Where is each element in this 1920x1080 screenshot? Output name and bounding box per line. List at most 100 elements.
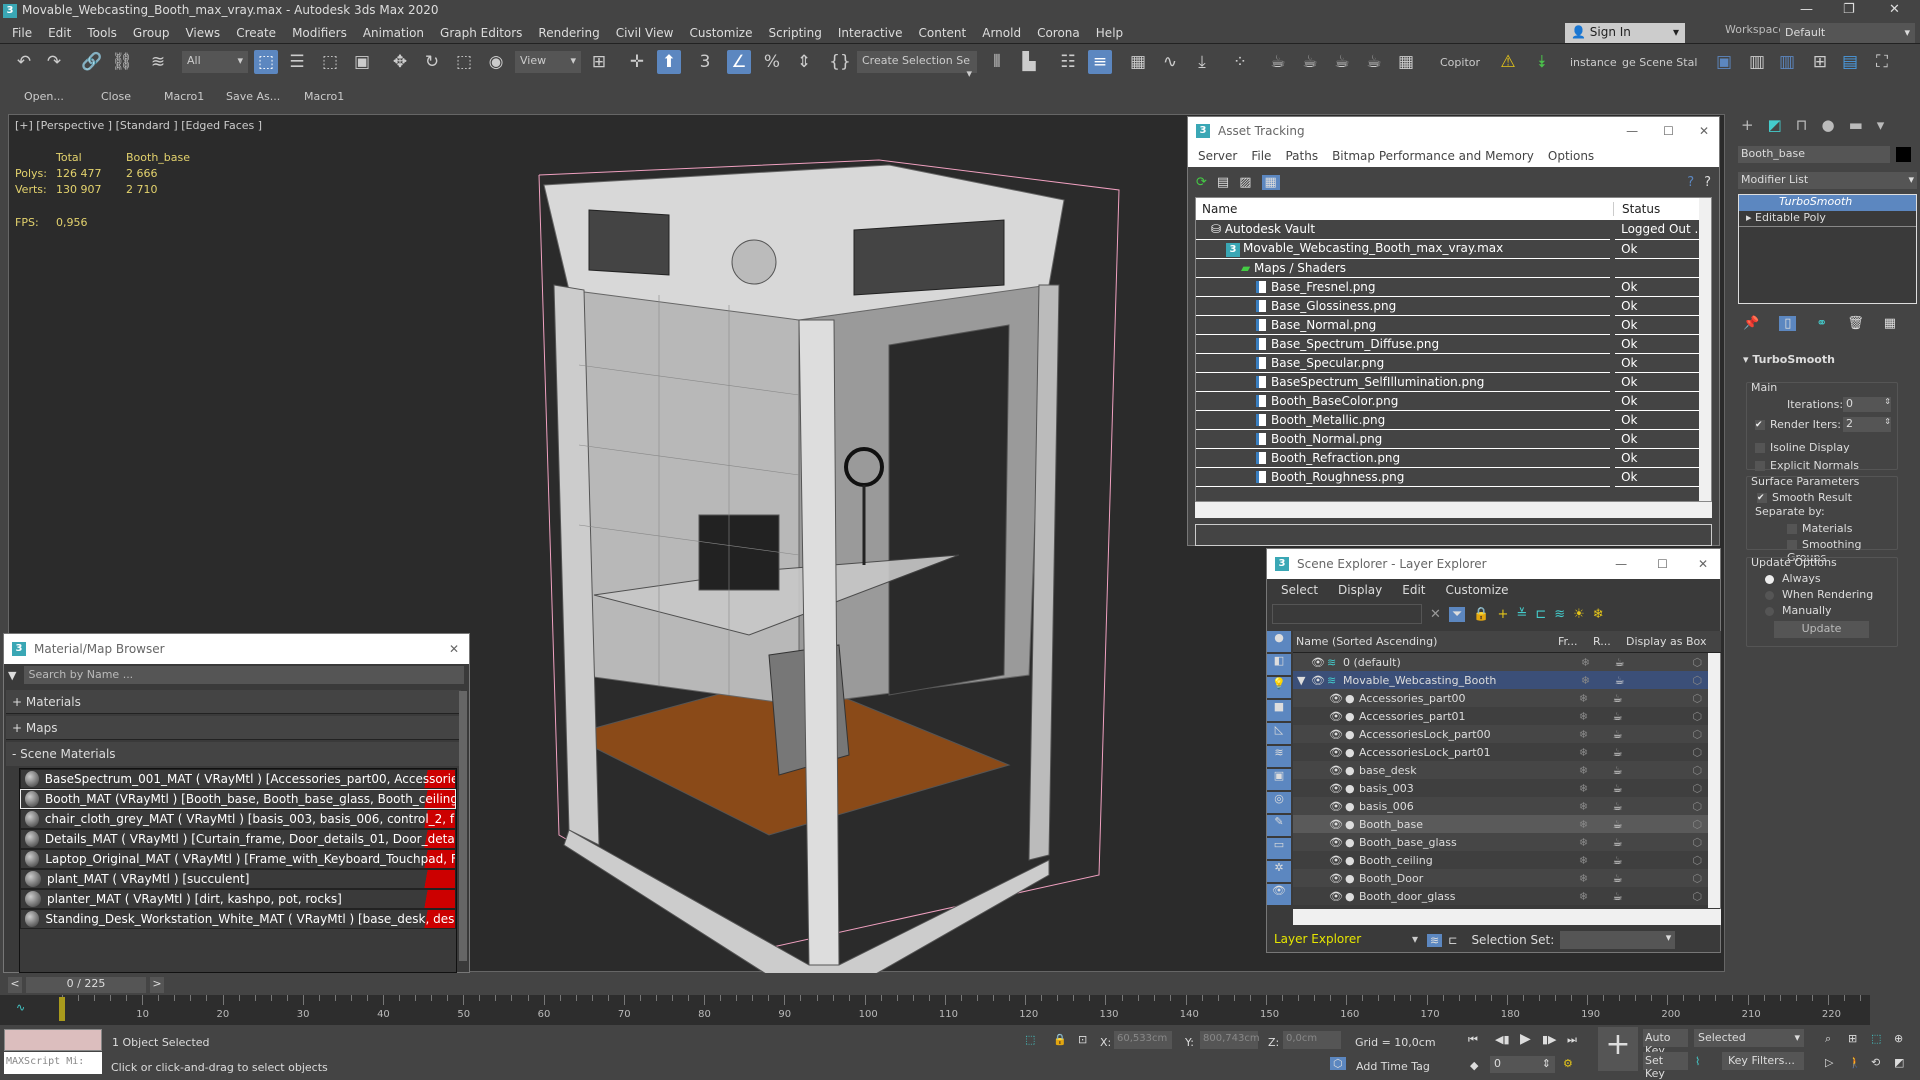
scene-explorer-row[interactable]: 👁 ● base_desk ❄ ☕ ⬡: [1293, 761, 1708, 779]
material-item[interactable]: planter_MAT ( VRayMtl ) [dirt, kashpo, p…: [20, 889, 456, 909]
scene-explorer-row[interactable]: ▼ 👁 ≋ Movable_Webcasting_Booth ❄ ☕ ⬡: [1293, 671, 1708, 689]
asset-row[interactable]: Base_Specular.png Ok: [1196, 353, 1706, 373]
filter-icon[interactable]: ⏷: [1448, 606, 1466, 622]
visibility-eye-icon[interactable]: 👁: [1329, 710, 1345, 723]
rotate-icon[interactable]: ↻: [420, 50, 444, 74]
renderable-icon[interactable]: ☕: [1601, 800, 1634, 813]
visibility-eye-icon[interactable]: 👁: [1311, 656, 1327, 669]
viewport-layout-icon[interactable]: ▣: [1712, 50, 1736, 74]
double-chevron-down-icon[interactable]: ⯯: [1530, 50, 1554, 74]
make-unique-icon[interactable]: ⚭: [1816, 316, 1827, 331]
asset-row[interactable]: Booth_Refraction.png Ok: [1196, 448, 1706, 468]
explorer-mode-dropdown[interactable]: Layer Explorer ▾: [1271, 930, 1421, 950]
mirror-icon[interactable]: ⫴: [985, 50, 1009, 74]
add-panel-icon[interactable]: ⊞: [1808, 50, 1832, 74]
pivot-center-icon[interactable]: ⊞: [587, 50, 611, 74]
angle-snap-icon[interactable]: ∠: [727, 50, 751, 74]
renderable-icon[interactable]: ☕: [1601, 746, 1634, 759]
scene-materials-section[interactable]: - Scene Materials: [6, 742, 461, 766]
clear-icon[interactable]: ✕: [1430, 607, 1441, 622]
scene-explorer-row[interactable]: 👁 ● AccessoriesLock_part01 ❄ ☕ ⬡: [1293, 743, 1708, 761]
hierarchy-tab-icon[interactable]: ⊓: [1796, 116, 1808, 134]
selection-set-dropdown[interactable]: ▾: [1560, 931, 1676, 949]
material-item[interactable]: Booth_MAT (VRayMtl ) [Booth_base, Booth_…: [20, 789, 456, 809]
toggle-ribbon-icon[interactable]: ▦: [1126, 50, 1150, 74]
scene-states-button[interactable]: ge Scene Stal: [1622, 56, 1697, 69]
render-cloud-icon[interactable]: ☕: [1362, 50, 1386, 74]
macro1-button-2[interactable]: Macro1: [304, 90, 344, 103]
renderable-icon[interactable]: ☕: [1601, 818, 1634, 831]
create-tab-icon[interactable]: +: [1741, 116, 1754, 134]
lock-layout-icon[interactable]: ▥: [1745, 50, 1769, 74]
curve-editor-mini-icon[interactable]: ∿: [16, 1001, 25, 1014]
sign-in-button[interactable]: 👤 Sign In ▾: [1565, 23, 1685, 43]
refresh-icon[interactable]: ⟳: [1196, 175, 1207, 190]
search-input[interactable]: Search by Name ...: [24, 666, 465, 684]
visibility-eye-icon[interactable]: 👁: [1329, 800, 1345, 813]
display-as-box-icon[interactable]: ⬡: [1634, 800, 1708, 813]
menu-rendering[interactable]: Rendering: [538, 26, 599, 40]
freeze-icon[interactable]: ❄: [1566, 872, 1601, 885]
utilities-tab-icon[interactable]: ▾: [1877, 116, 1885, 134]
menu-interactive[interactable]: Interactive: [838, 26, 903, 40]
explicit-normals-checkbox[interactable]: Explicit Normals: [1755, 459, 1859, 472]
close-file-button[interactable]: Close: [101, 90, 131, 103]
display-as-box-icon[interactable]: ⬡: [1634, 890, 1708, 903]
snaps-toggle-icon[interactable]: 3: [693, 50, 717, 74]
help-icon[interactable]: ?: [1687, 175, 1694, 190]
z-coordinate-field[interactable]: 0,0cm: [1283, 1031, 1341, 1049]
x-coordinate-field[interactable]: 60,533cm: [1114, 1031, 1172, 1049]
modifier-list-dropdown[interactable]: Modifier List ▾: [1738, 172, 1917, 189]
named-selection-dropdown[interactable]: Create Selection Se ▾: [857, 51, 977, 80]
column-name[interactable]: Name: [1196, 202, 1614, 216]
selection-filter-dropdown[interactable]: All ▾: [182, 51, 248, 73]
maximize-viewport-toggle-icon[interactable]: ◩: [1894, 1056, 1904, 1069]
horizontal-scrollbar[interactable]: [1195, 502, 1712, 518]
menu-views[interactable]: Views: [185, 26, 220, 40]
render-iters-checkbox[interactable]: ✔ Render Iters:: [1755, 418, 1841, 431]
scene-explorer-row[interactable]: 👁 ● AccessoriesLock_part00 ❄ ☕ ⬡: [1293, 725, 1708, 743]
visibility-eye-icon[interactable]: 👁: [1329, 872, 1345, 885]
column-name[interactable]: Name (Sorted Ascending): [1293, 635, 1558, 648]
set-key-big-button[interactable]: +: [1598, 1027, 1638, 1071]
curve-editor-icon[interactable]: ∿: [1158, 50, 1182, 74]
display-as-box-icon[interactable]: ⬡: [1634, 746, 1708, 759]
menu-graph-editors[interactable]: Graph Editors: [440, 26, 522, 40]
modifier-editable-poly[interactable]: ▸ Editable Poly: [1739, 211, 1916, 227]
layer-explorer-icon[interactable]: ≡: [1088, 50, 1112, 74]
particles-filter-icon[interactable]: ✲: [1267, 861, 1291, 882]
find-input[interactable]: [1272, 604, 1422, 624]
window-crossing-icon[interactable]: ▣: [350, 50, 374, 74]
spacewarps-filter-icon[interactable]: ≋: [1267, 746, 1291, 767]
freeze-icon[interactable]: ❄: [1566, 692, 1601, 705]
materials-checkbox[interactable]: Materials: [1787, 522, 1852, 535]
material-item[interactable]: plant_MAT ( VRayMtl ) [succulent]: [20, 869, 456, 889]
close-button[interactable]: ✕: [449, 642, 459, 656]
material-editor-icon[interactable]: ⁘: [1228, 50, 1252, 74]
modifier-turbosmooth[interactable]: TurboSmooth: [1739, 195, 1916, 211]
menu-corona[interactable]: Corona: [1037, 26, 1080, 40]
redo-icon[interactable]: ↷: [42, 50, 66, 74]
column-display-as-box[interactable]: Display as Box: [1626, 635, 1706, 648]
collapse-arrow-icon[interactable]: ▼: [1297, 674, 1311, 687]
select-object-icon[interactable]: ⬚: [254, 50, 278, 74]
display-as-box-icon[interactable]: ⬡: [1634, 818, 1708, 831]
freeze-icon[interactable]: ❄: [1566, 764, 1601, 777]
close-button[interactable]: ✕: [1698, 557, 1708, 571]
add-time-tag-button[interactable]: Add Time Tag: [1356, 1060, 1430, 1073]
shapes-filter-icon[interactable]: ◧: [1267, 654, 1291, 675]
geometry-filter-icon[interactable]: ●: [1267, 631, 1291, 652]
display-as-box-icon[interactable]: ⬡: [1634, 710, 1708, 723]
scene-explorer-icon[interactable]: ☷: [1056, 50, 1080, 74]
maximize-viewport-icon[interactable]: ⛶: [1870, 50, 1894, 74]
time-slider[interactable]: < 0 / 225 >: [8, 976, 168, 994]
key-mode-toggle-icon[interactable]: ◆: [1470, 1059, 1478, 1072]
play-icon[interactable]: ▶: [1520, 1031, 1531, 1047]
undo-icon[interactable]: ↶: [12, 50, 36, 74]
auto-key-button[interactable]: Auto Key: [1643, 1029, 1688, 1057]
schematic-view-icon[interactable]: ⤓: [1190, 50, 1214, 74]
freeze-icon[interactable]: ❄: [1566, 818, 1601, 831]
menu-group[interactable]: Group: [133, 26, 170, 40]
freeze-icon[interactable]: ❄: [1566, 800, 1601, 813]
set-key-button[interactable]: Set Key: [1643, 1052, 1688, 1080]
